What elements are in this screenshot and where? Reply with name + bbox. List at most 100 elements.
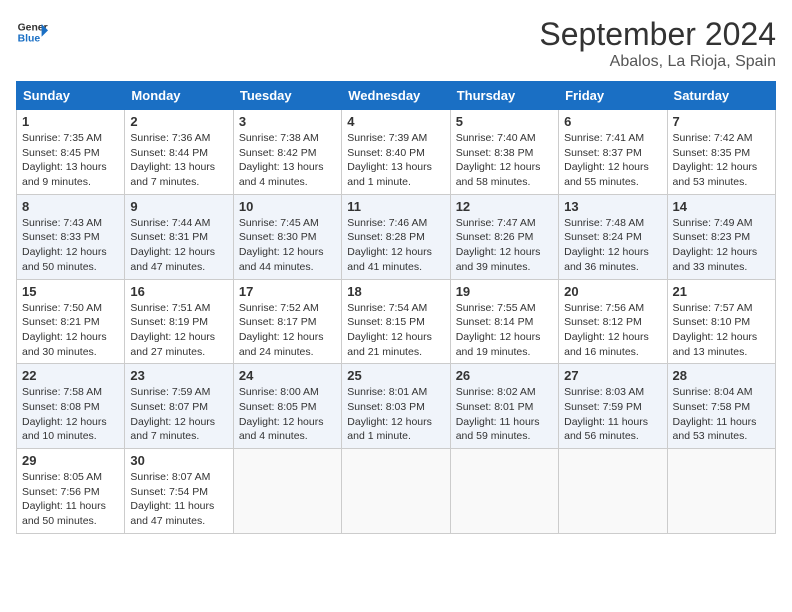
day-number: 24 (239, 368, 336, 383)
day-number: 13 (564, 199, 661, 214)
day-info: Sunrise: 7:48 AM Sunset: 8:24 PM Dayligh… (564, 216, 661, 275)
day-info: Sunrise: 7:44 AM Sunset: 8:31 PM Dayligh… (130, 216, 227, 275)
calendar-cell: 28 Sunrise: 8:04 AM Sunset: 7:58 PM Dayli… (667, 364, 775, 449)
week-row-2: 8Sunrise: 7:43 AM Sunset: 8:33 PM Daylig… (17, 194, 776, 279)
day-number: 17 (239, 284, 336, 299)
day-number: 5 (456, 114, 553, 129)
day-info: Sunrise: 7:52 AM Sunset: 8:17 PM Dayligh… (239, 301, 336, 360)
calendar-cell: 20Sunrise: 7:56 AM Sunset: 8:12 PM Dayli… (559, 279, 667, 364)
calendar-cell: 26 Sunrise: 8:02 AM Sunset: 8:01 PM Dayli… (450, 364, 558, 449)
day-number: 26 (456, 368, 553, 383)
calendar-cell: 15 Sunrise: 7:50 AM Sunset: 8:21 PM Dayli… (17, 279, 125, 364)
day-info: Sunrise: 7:42 AM Sunset: 8:35 PM Dayligh… (673, 131, 770, 190)
weekday-header-saturday: Saturday (667, 82, 775, 110)
day-info: Sunrise: 8:03 AM Sunset: 7:59 PM Dayligh… (564, 385, 661, 444)
weekday-header-sunday: Sunday (17, 82, 125, 110)
day-number: 23 (130, 368, 227, 383)
calendar-cell (667, 449, 775, 534)
calendar-cell: 9 Sunrise: 7:44 AM Sunset: 8:31 PM Daylig… (125, 194, 233, 279)
day-number: 30 (130, 453, 227, 468)
day-info: Sunrise: 7:39 AM Sunset: 8:40 PM Dayligh… (347, 131, 444, 190)
calendar-cell: 3 Sunrise: 7:38 AM Sunset: 8:42 PM Daylig… (233, 110, 341, 195)
day-number: 16 (130, 284, 227, 299)
calendar-cell: 7 Sunrise: 7:42 AM Sunset: 8:35 PM Daylig… (667, 110, 775, 195)
day-number: 11 (347, 199, 444, 214)
day-info: Sunrise: 7:50 AM Sunset: 8:21 PM Dayligh… (22, 301, 119, 360)
day-info: Sunrise: 7:51 AM Sunset: 8:19 PM Dayligh… (130, 301, 227, 360)
calendar-cell: 17 Sunrise: 7:52 AM Sunset: 8:17 PM Dayli… (233, 279, 341, 364)
day-info: Sunrise: 7:36 AM Sunset: 8:44 PM Dayligh… (130, 131, 227, 190)
day-number: 28 (673, 368, 770, 383)
day-number: 1 (22, 114, 119, 129)
day-info: Sunrise: 7:54 AM Sunset: 8:15 PM Dayligh… (347, 301, 444, 360)
day-info: Sunrise: 7:57 AM Sunset: 8:10 PM Dayligh… (673, 301, 770, 360)
weekday-header-row: SundayMondayTuesdayWednesdayThursdayFrid… (17, 82, 776, 110)
calendar-cell: 21 Sunrise: 7:57 AM Sunset: 8:10 PM Dayli… (667, 279, 775, 364)
calendar-cell: 19 Sunrise: 7:55 AM Sunset: 8:14 PM Dayli… (450, 279, 558, 364)
day-number: 3 (239, 114, 336, 129)
calendar-table: SundayMondayTuesdayWednesdayThursdayFrid… (16, 81, 776, 534)
day-number: 27 (564, 368, 661, 383)
day-number: 19 (456, 284, 553, 299)
day-info: Sunrise: 8:05 AM Sunset: 7:56 PM Dayligh… (22, 470, 119, 529)
day-info: Sunrise: 7:59 AM Sunset: 8:07 PM Dayligh… (130, 385, 227, 444)
weekday-header-wednesday: Wednesday (342, 82, 450, 110)
weekday-header-monday: Monday (125, 82, 233, 110)
day-number: 14 (673, 199, 770, 214)
day-info: Sunrise: 7:55 AM Sunset: 8:14 PM Dayligh… (456, 301, 553, 360)
day-number: 7 (673, 114, 770, 129)
day-info: Sunrise: 7:40 AM Sunset: 8:38 PM Dayligh… (456, 131, 553, 190)
calendar-cell: 2 Sunrise: 7:36 AM Sunset: 8:44 PM Daylig… (125, 110, 233, 195)
day-info: Sunrise: 8:01 AM Sunset: 8:03 PM Dayligh… (347, 385, 444, 444)
day-number: 2 (130, 114, 227, 129)
day-number: 22 (22, 368, 119, 383)
day-info: Sunrise: 7:47 AM Sunset: 8:26 PM Dayligh… (456, 216, 553, 275)
week-row-5: 29 Sunrise: 8:05 AM Sunset: 7:56 PM Dayli… (17, 449, 776, 534)
calendar-cell: 13 Sunrise: 7:48 AM Sunset: 8:24 PM Dayli… (559, 194, 667, 279)
day-info: Sunrise: 7:49 AM Sunset: 8:23 PM Dayligh… (673, 216, 770, 275)
calendar-cell: 30 Sunrise: 8:07 AM Sunset: 7:54 PM Dayli… (125, 449, 233, 534)
day-info: Sunrise: 8:02 AM Sunset: 8:01 PM Dayligh… (456, 385, 553, 444)
week-row-3: 15 Sunrise: 7:50 AM Sunset: 8:21 PM Dayli… (17, 279, 776, 364)
day-number: 10 (239, 199, 336, 214)
calendar-cell (559, 449, 667, 534)
day-number: 18 (347, 284, 444, 299)
day-number: 15 (22, 284, 119, 299)
day-number: 9 (130, 199, 227, 214)
weekday-header-tuesday: Tuesday (233, 82, 341, 110)
day-info: Sunrise: 7:38 AM Sunset: 8:42 PM Dayligh… (239, 131, 336, 190)
calendar-cell: 23 Sunrise: 7:59 AM Sunset: 8:07 PM Dayli… (125, 364, 233, 449)
day-info: Sunrise: 8:00 AM Sunset: 8:05 PM Dayligh… (239, 385, 336, 444)
day-info: Sunrise: 8:07 AM Sunset: 7:54 PM Dayligh… (130, 470, 227, 529)
calendar-cell (342, 449, 450, 534)
month-title: September 2024 (539, 16, 776, 53)
logo-icon: General Blue (16, 16, 48, 48)
week-row-4: 22 Sunrise: 7:58 AM Sunset: 8:08 PM Dayli… (17, 364, 776, 449)
calendar-cell (233, 449, 341, 534)
calendar-cell: 16 Sunrise: 7:51 AM Sunset: 8:19 PM Dayli… (125, 279, 233, 364)
day-number: 25 (347, 368, 444, 383)
day-info: Sunrise: 7:58 AM Sunset: 8:08 PM Dayligh… (22, 385, 119, 444)
calendar-cell: 12Sunrise: 7:47 AM Sunset: 8:26 PM Dayli… (450, 194, 558, 279)
week-row-1: 1Sunrise: 7:35 AM Sunset: 8:45 PM Daylig… (17, 110, 776, 195)
day-number: 21 (673, 284, 770, 299)
calendar-cell: 11 Sunrise: 7:46 AM Sunset: 8:28 PM Dayli… (342, 194, 450, 279)
page-header: General Blue September 2024 Abalos, La R… (16, 16, 776, 71)
day-number: 20 (564, 284, 661, 299)
weekday-header-friday: Friday (559, 82, 667, 110)
calendar-cell: 29 Sunrise: 8:05 AM Sunset: 7:56 PM Dayli… (17, 449, 125, 534)
day-info: Sunrise: 7:46 AM Sunset: 8:28 PM Dayligh… (347, 216, 444, 275)
calendar-cell (450, 449, 558, 534)
calendar-cell: 14 Sunrise: 7:49 AM Sunset: 8:23 PM Dayli… (667, 194, 775, 279)
day-info: Sunrise: 8:04 AM Sunset: 7:58 PM Dayligh… (673, 385, 770, 444)
day-number: 29 (22, 453, 119, 468)
title-block: September 2024 Abalos, La Rioja, Spain (539, 16, 776, 71)
calendar-cell: 4Sunrise: 7:39 AM Sunset: 8:40 PM Daylig… (342, 110, 450, 195)
calendar-cell: 22 Sunrise: 7:58 AM Sunset: 8:08 PM Dayli… (17, 364, 125, 449)
location-title: Abalos, La Rioja, Spain (539, 53, 776, 71)
day-info: Sunrise: 7:43 AM Sunset: 8:33 PM Dayligh… (22, 216, 119, 275)
calendar-cell: 25 Sunrise: 8:01 AM Sunset: 8:03 PM Dayli… (342, 364, 450, 449)
calendar-cell: 6Sunrise: 7:41 AM Sunset: 8:37 PM Daylig… (559, 110, 667, 195)
day-info: Sunrise: 7:41 AM Sunset: 8:37 PM Dayligh… (564, 131, 661, 190)
calendar-cell: 27 Sunrise: 8:03 AM Sunset: 7:59 PM Dayli… (559, 364, 667, 449)
